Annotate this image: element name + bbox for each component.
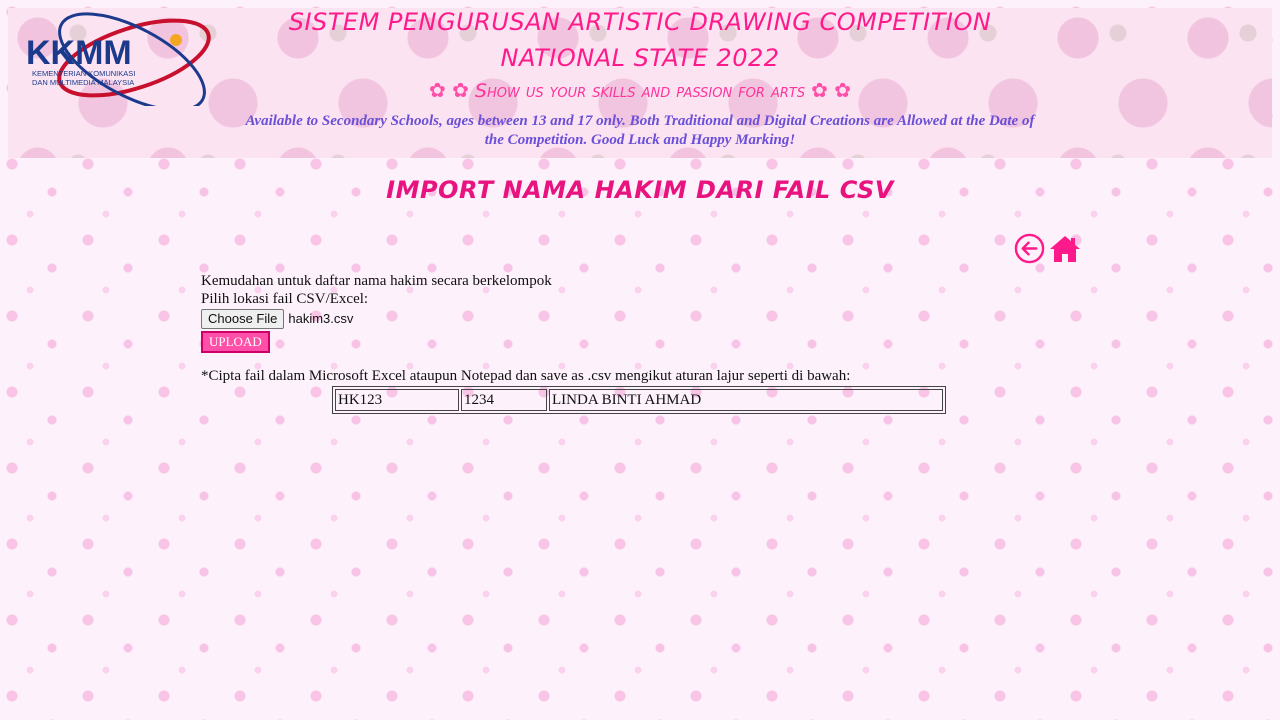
nav-icons	[1014, 233, 1081, 269]
home-icon[interactable]	[1049, 234, 1081, 269]
back-arrow-circle-icon[interactable]	[1014, 233, 1045, 269]
svg-text:KEMENTERIAN KOMUNIKASI: KEMENTERIAN KOMUNIKASI	[32, 69, 135, 78]
svg-text:KKMM: KKMM	[26, 34, 132, 72]
flower-icon: ✿ ✿	[811, 78, 852, 102]
competition-subtitle: Available to Secondary Schools, ages bet…	[245, 113, 1035, 148]
system-title-line2: NATIONAL STATE 2022	[500, 44, 780, 72]
table-cell: 1234	[461, 389, 547, 411]
table-row: HK123 1234 LINDA BINTI AHMAD	[335, 389, 943, 411]
system-title-line1: SISTEM PENGURUSAN ARTISTIC DRAWING COMPE…	[288, 8, 992, 36]
tagline-text: Show us your skills and passion for arts	[474, 80, 806, 102]
kkmm-logo: KKMM KEMENTERIAN KOMUNIKASI DAN MULTIMED…	[24, 10, 214, 106]
form-intro: Kemudahan untuk daftar nama hakim secara…	[201, 273, 552, 289]
upload-button[interactable]: UPLOAD	[201, 331, 270, 353]
sample-csv-table: HK123 1234 LINDA BINTI AHMAD	[332, 386, 946, 414]
tagline: ✿ ✿ Show us your skills and passion for …	[240, 78, 1040, 102]
page-title: IMPORT NAMA HAKIM DARI FAIL CSV	[386, 176, 894, 204]
choose-file-button[interactable]: Choose File	[201, 309, 285, 329]
flower-icon: ✿ ✿	[428, 78, 469, 102]
csv-format-note: *Cipta fail dalam Microsoft Excel ataupu…	[201, 368, 851, 384]
header-banner: KKMM KEMENTERIAN KOMUNIKASI DAN MULTIMED…	[8, 8, 1272, 158]
svg-text:DAN MULTIMEDIA MALAYSIA: DAN MULTIMEDIA MALAYSIA	[32, 78, 134, 87]
file-label: Pilih lokasi fail CSV/Excel:	[201, 291, 369, 307]
file-input[interactable]: Choose File hakim3.csv	[201, 309, 850, 329]
selected-file-name: hakim3.csv	[288, 311, 354, 326]
table-cell: HK123	[335, 389, 459, 411]
import-form: Kemudahan untuk daftar nama hakim secara…	[201, 272, 850, 385]
table-cell: LINDA BINTI AHMAD	[549, 389, 943, 411]
